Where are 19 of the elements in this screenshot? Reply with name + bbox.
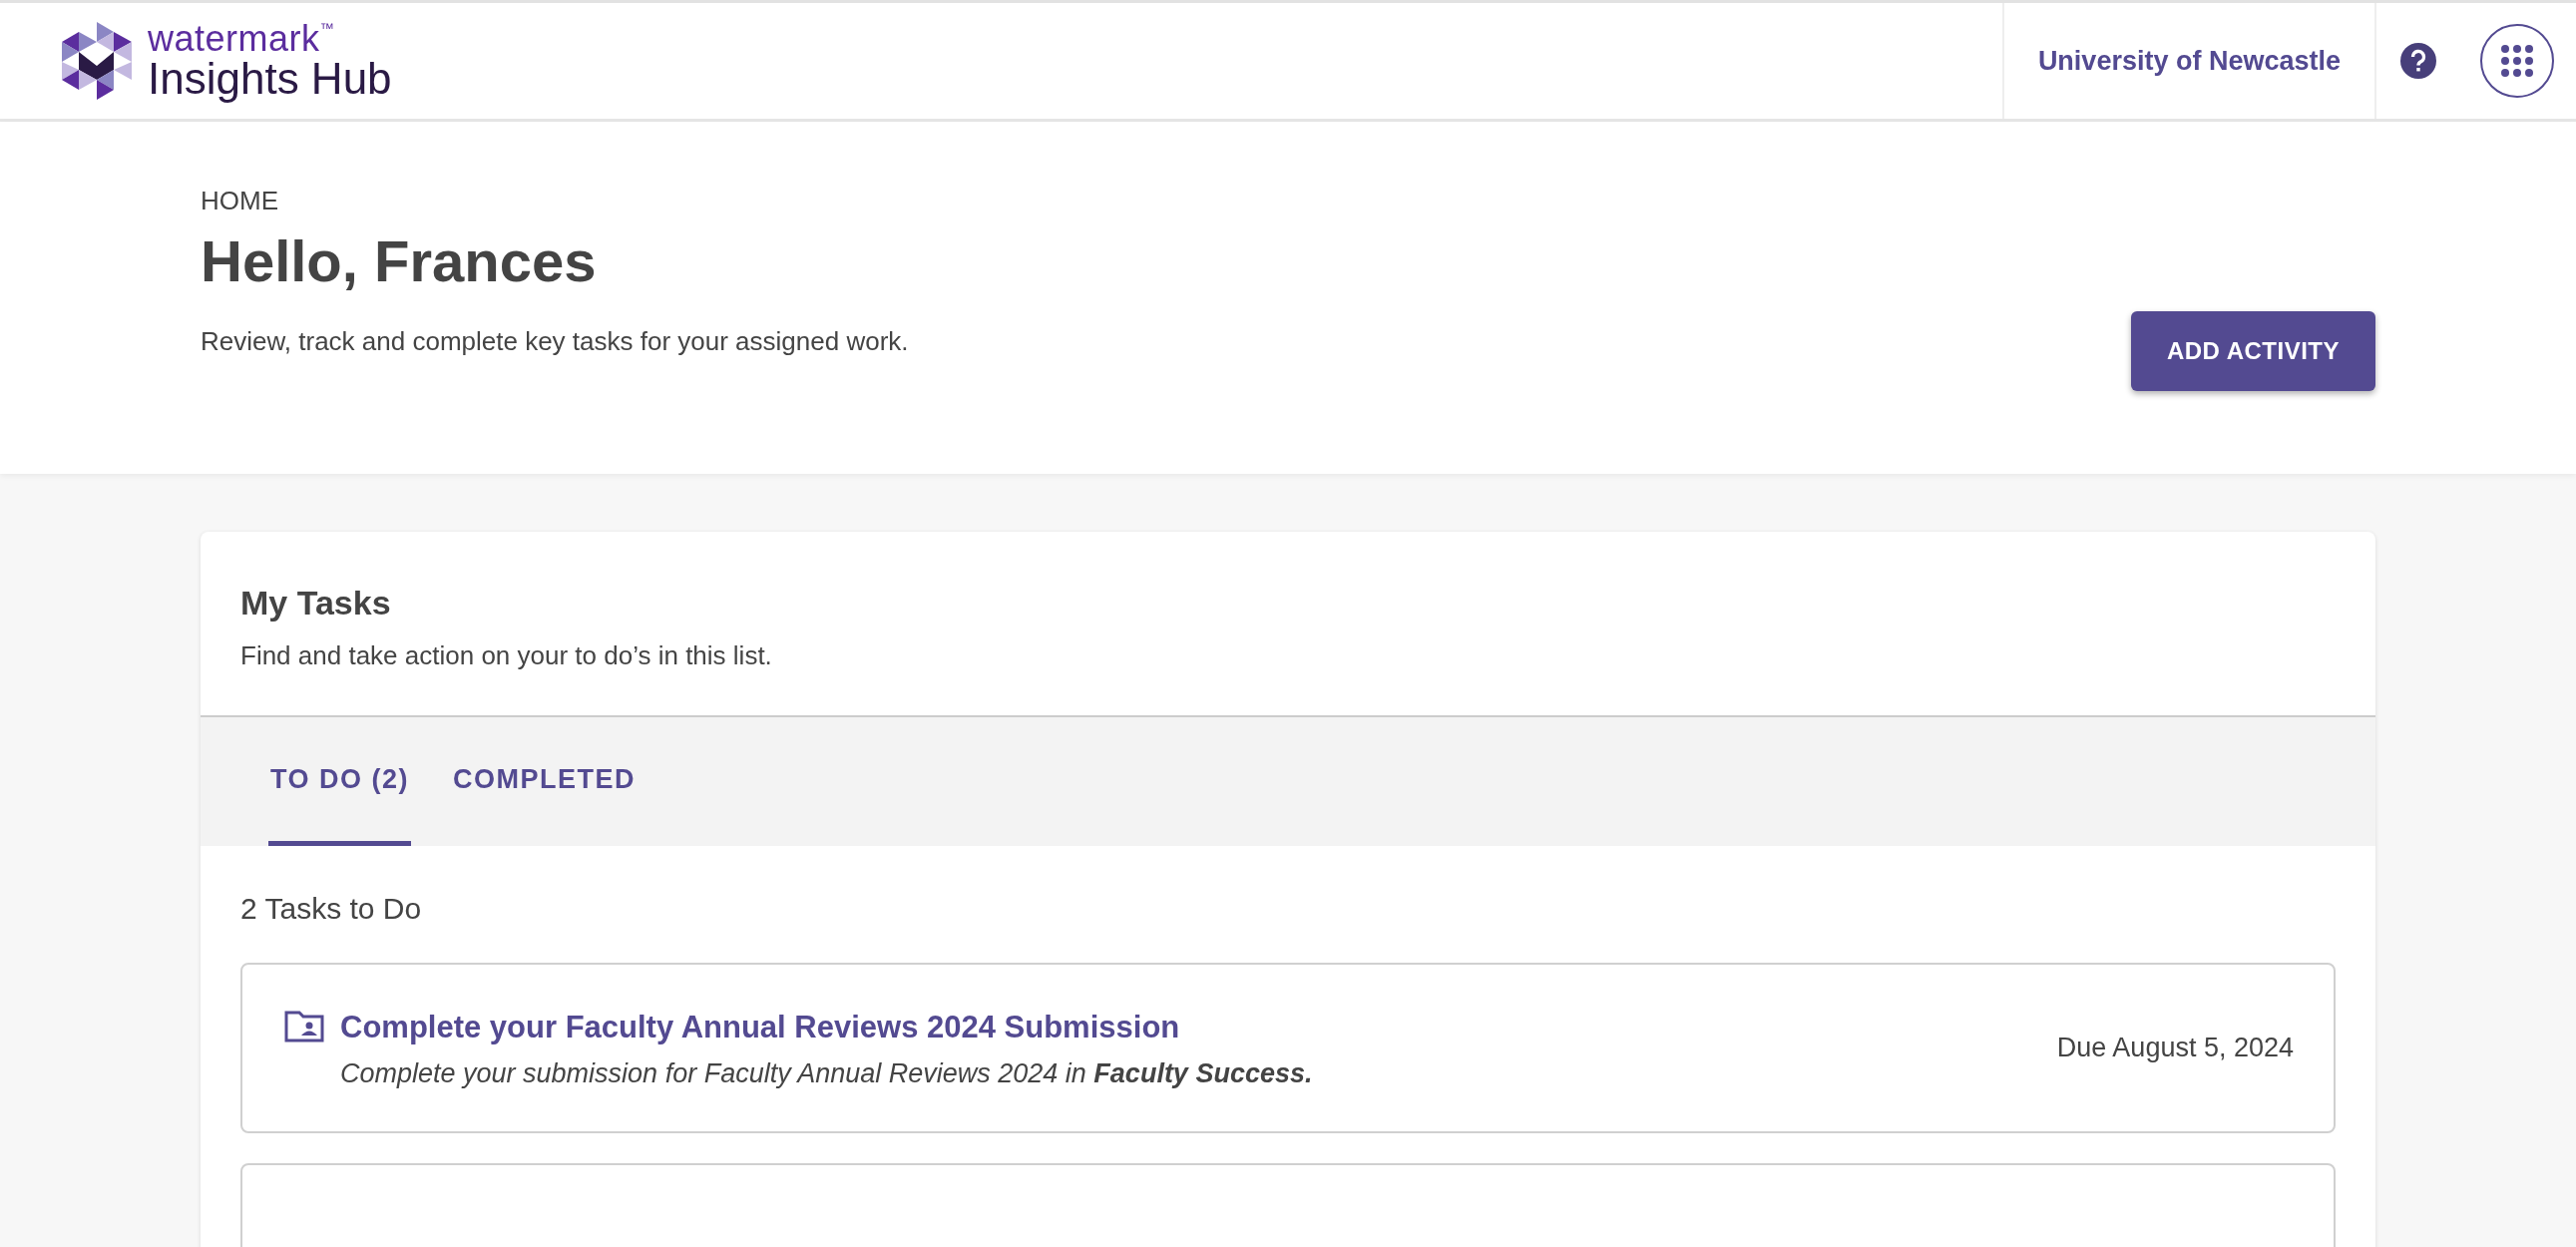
- institution-link[interactable]: University of Newcastle: [2001, 3, 2376, 119]
- page-subtitle: Review, track and complete key tasks for your assigned work.: [201, 324, 909, 358]
- product-name: Insights Hub: [148, 57, 392, 101]
- panel-title: My Tasks: [240, 583, 392, 624]
- task-count: 2 Tasks to Do: [240, 891, 423, 927]
- breadcrumb: HOME: [201, 185, 279, 217]
- page-title: Hello, Frances: [201, 227, 598, 295]
- due-date: Due August 5, 2024: [2056, 1032, 2294, 1065]
- task-description: Complete your submission for Faculty Annual Reviews 2024 in Faculty Success.: [340, 1056, 1313, 1090]
- brand-name: watermark™: [148, 21, 336, 57]
- tab[interactable]: COMPLETED: [451, 717, 639, 846]
- folder-person-icon: [284, 1011, 324, 1042]
- add-activity-button[interactable]: ADD ACTIVITY: [2130, 310, 2375, 391]
- panel-subtitle: Find and take action on your to do’s in this list.: [240, 639, 773, 672]
- apps-grid-icon: [2501, 45, 2533, 77]
- tab[interactable]: TO DO (2): [268, 717, 411, 846]
- task-title-link[interactable]: Complete your Faculty Annual Reviews 2024 Submission: [340, 1010, 1180, 1044]
- help-icon[interactable]: [2400, 43, 2436, 79]
- logo-icon: [62, 22, 132, 100]
